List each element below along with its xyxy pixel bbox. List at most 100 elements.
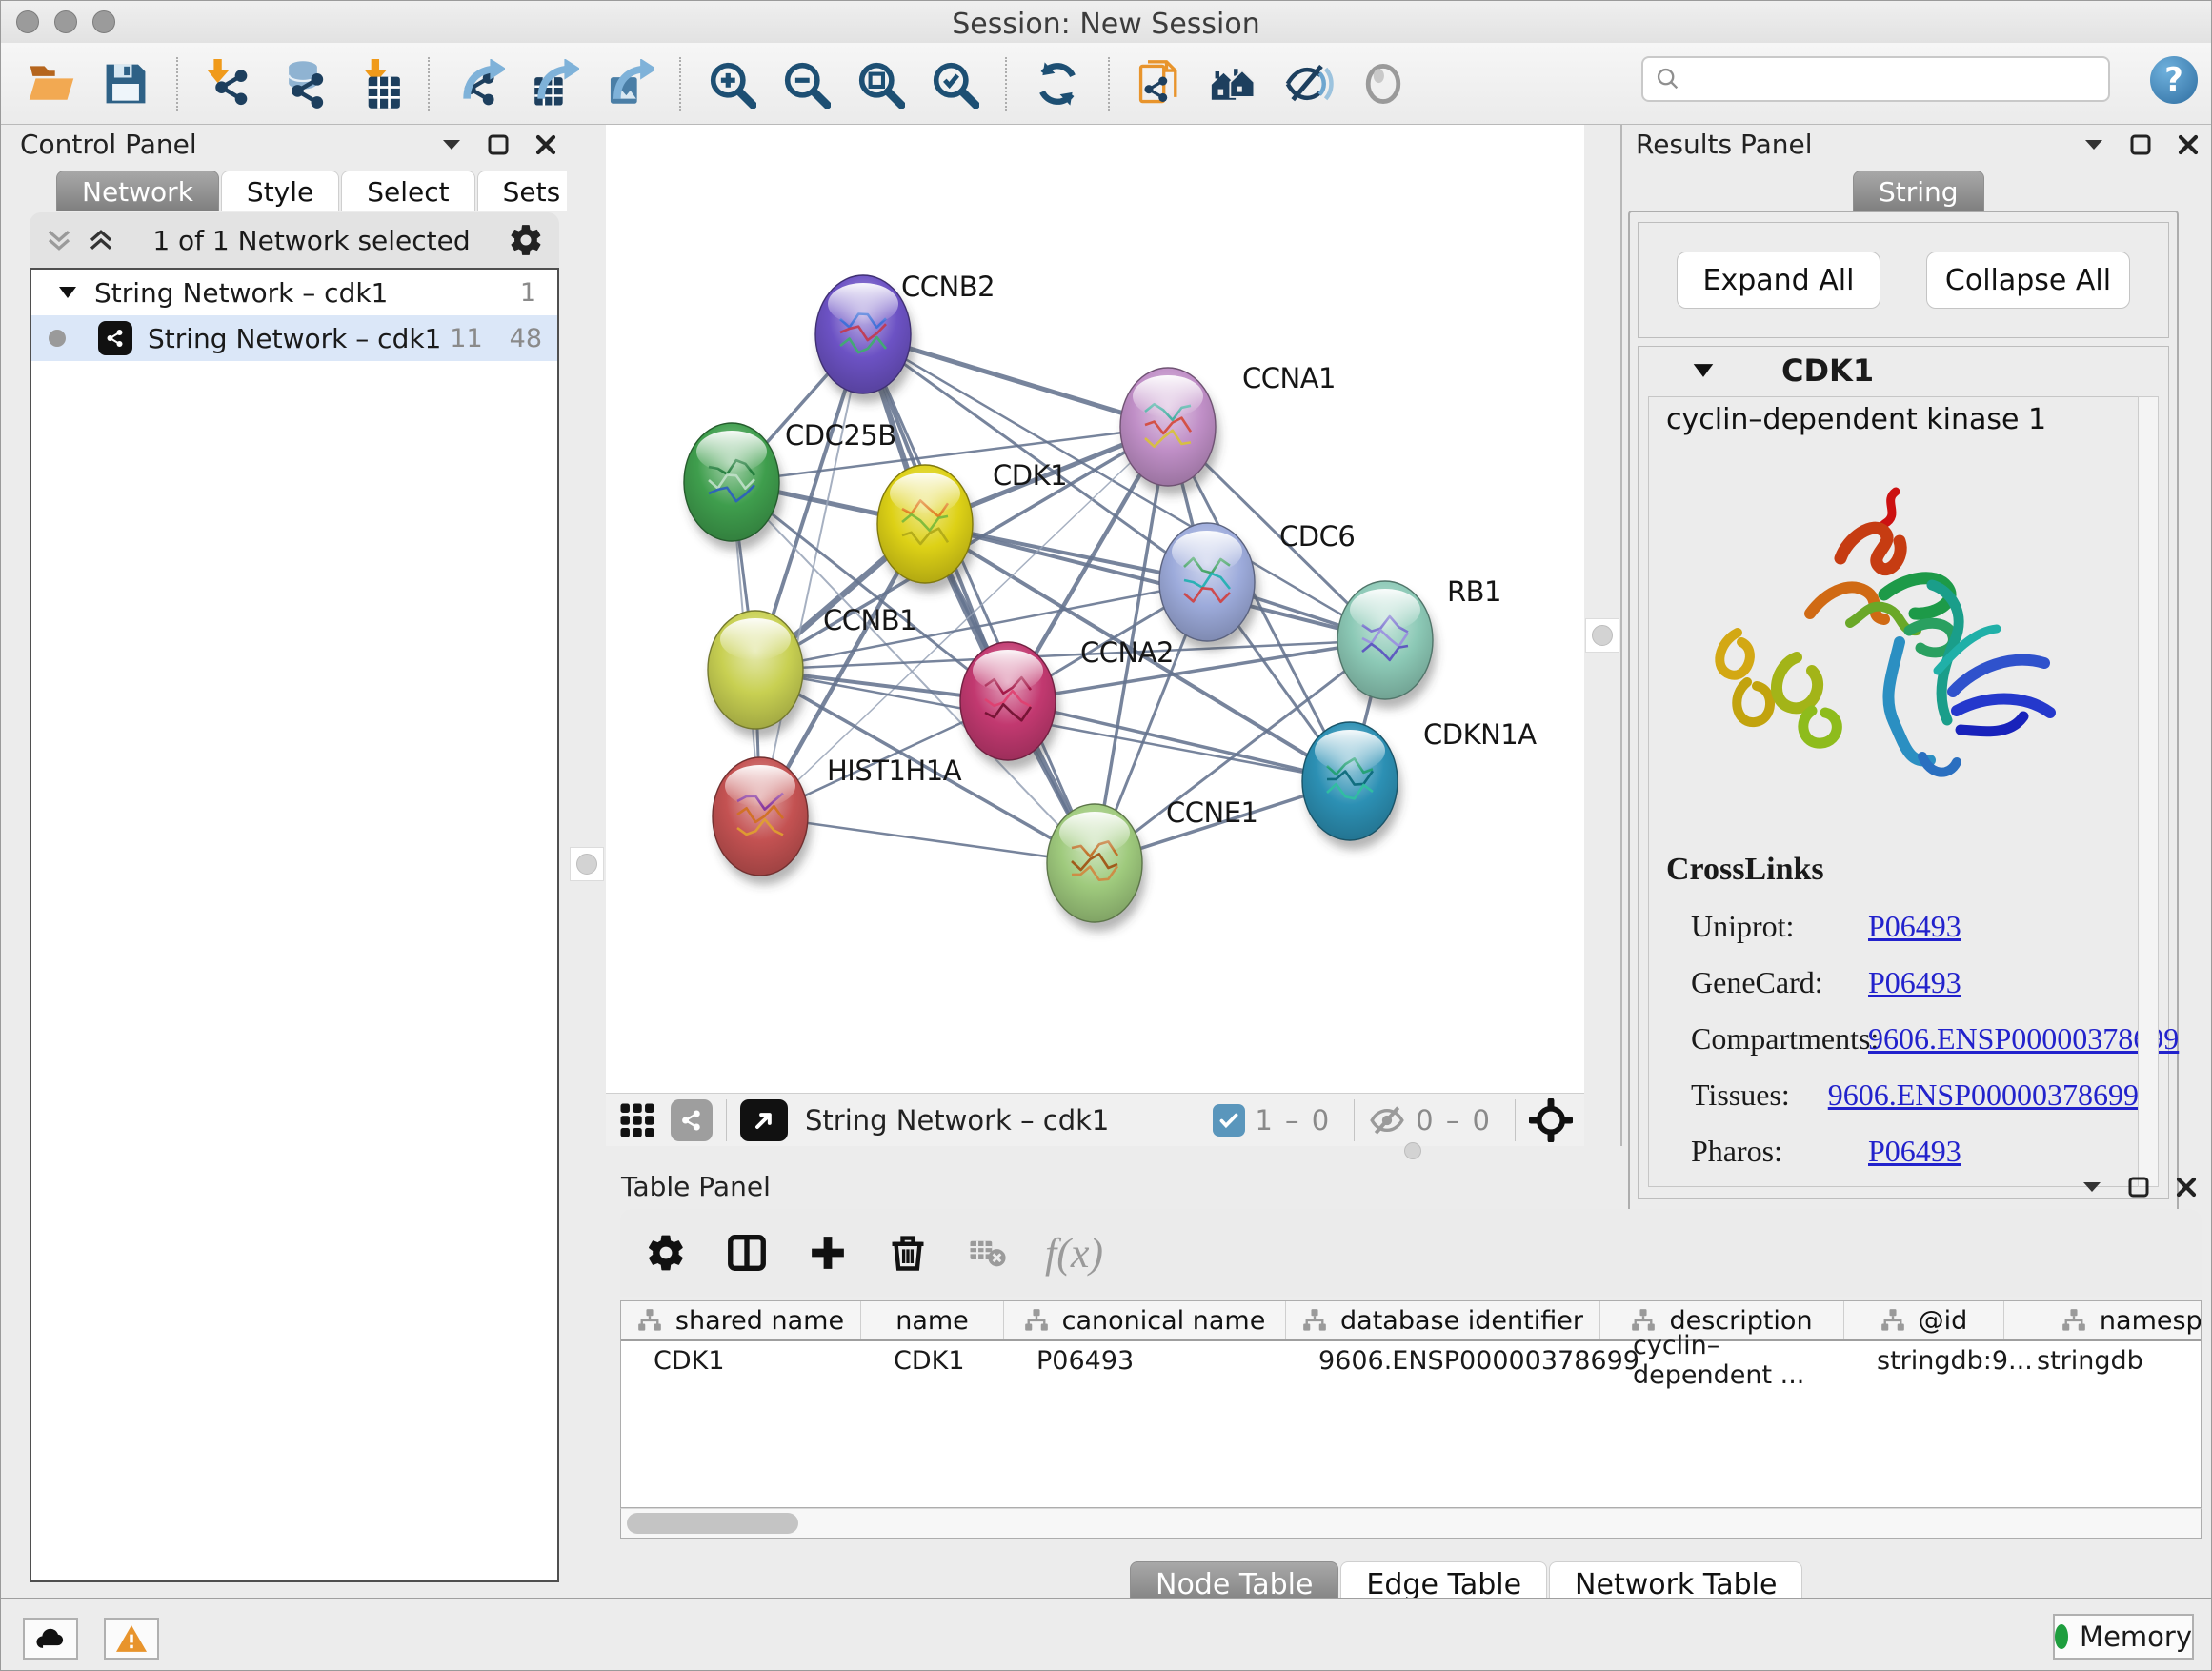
close-panel-icon[interactable] [2175, 1176, 2198, 1198]
table-scrollbar-thumb[interactable] [627, 1513, 798, 1534]
column-label: database identifier [1340, 1306, 1583, 1336]
network-options-gear-icon[interactable] [508, 222, 544, 258]
network-node-hist1h1a[interactable] [713, 757, 812, 885]
network-node-ccne1[interactable] [1047, 804, 1146, 932]
collapse-all-networks-icon[interactable] [45, 225, 73, 255]
save-session-button[interactable] [94, 54, 157, 113]
export-image-button[interactable] [597, 54, 660, 113]
network-node-cdkn1a[interactable] [1302, 722, 1401, 850]
zoom-fit-content-button[interactable] [849, 54, 912, 113]
network-view-title: String Network – cdk1 [805, 1104, 1213, 1137]
string-import-button[interactable] [1129, 54, 1192, 113]
expand-all-networks-icon[interactable] [87, 225, 115, 255]
left-splitter-handle[interactable] [570, 847, 604, 881]
fit-selected-crosshair-icon[interactable] [1529, 1098, 1573, 1142]
collapse-panel-icon[interactable] [441, 138, 462, 151]
table-cell[interactable]: stringdb [2004, 1341, 2202, 1379]
network-row[interactable]: String Network – cdk1 11 48 [31, 315, 557, 361]
table-cell[interactable]: CDK1 [621, 1341, 861, 1379]
results-scrollbar[interactable] [2138, 396, 2159, 1187]
hidden-elements-icon[interactable] [1368, 1101, 1406, 1139]
zoom-selected-button[interactable] [923, 54, 986, 113]
string-glass-effect-button[interactable] [1277, 54, 1340, 113]
help-button[interactable]: ? [2150, 56, 2198, 104]
network-canvas[interactable]: CCNB2CCNA1CDC25BCDK1CDC6RB1CCNB1CCNA2CDK… [606, 125, 1584, 1093]
export-table-button[interactable] [523, 54, 586, 113]
network-node-ccna1[interactable] [1120, 368, 1219, 495]
search-field[interactable] [1641, 56, 2110, 102]
table-options-gear-icon[interactable] [645, 1232, 687, 1274]
table-cell[interactable]: 9606.ENSP00000378699 [1286, 1341, 1600, 1379]
network-node-ccnb1[interactable] [708, 611, 807, 738]
open-session-button[interactable] [20, 54, 83, 113]
network-node-cdk1[interactable] [877, 465, 976, 593]
crosslink-link[interactable]: 9606.ENSP00000378699 [1828, 1077, 2139, 1113]
delete-column-icon[interactable] [887, 1232, 929, 1274]
string-eye-button[interactable] [1352, 54, 1415, 113]
tab-network[interactable]: Network [56, 171, 219, 211]
gene-expander-icon[interactable] [1692, 363, 1715, 378]
birdseye-view-icon[interactable] [740, 1099, 788, 1141]
warning-status-button[interactable] [104, 1618, 159, 1660]
selected-nodes-checkbox[interactable] [1213, 1104, 1245, 1137]
network-node-ccnb2[interactable] [815, 275, 915, 403]
tab-select[interactable]: Select [341, 171, 474, 211]
right-splitter[interactable] [1584, 125, 1622, 1146]
tab-string[interactable]: String [1853, 171, 1984, 211]
right-splitter-handle[interactable] [1585, 618, 1619, 653]
collapse-panel-icon[interactable] [2081, 1180, 2102, 1194]
export-network-button[interactable] [449, 54, 512, 113]
show-columns-icon[interactable] [725, 1231, 769, 1275]
close-panel-icon[interactable] [534, 133, 557, 156]
left-splitter[interactable] [567, 125, 606, 1146]
cloud-status-button[interactable] [23, 1618, 78, 1660]
column-header--id[interactable]: @id [1844, 1301, 2004, 1339]
add-column-icon[interactable] [807, 1232, 849, 1274]
network-collection-row[interactable]: String Network – cdk1 1 [31, 270, 557, 315]
tree-expander-icon[interactable] [58, 286, 77, 299]
float-panel-icon[interactable] [2127, 1176, 2150, 1198]
table-cell[interactable]: stringdb:9... [1844, 1341, 2004, 1379]
crosslink-row: Compartments:9606.ENSP00000378699 [1666, 1021, 2139, 1057]
toolbar-separator [1005, 57, 1007, 111]
collapse-panel-icon[interactable] [2083, 138, 2104, 151]
column-header-database-identifier[interactable]: database identifier [1286, 1301, 1600, 1339]
zoom-in-button[interactable] [700, 54, 763, 113]
column-header-namespac[interactable]: namespac [2004, 1301, 2202, 1339]
network-edge[interactable] [760, 427, 1168, 816]
network-style-icon[interactable] [671, 1099, 713, 1141]
import-table-from-file-button[interactable] [346, 54, 409, 113]
crosslink-link[interactable]: P06493 [1868, 909, 1961, 944]
search-input[interactable] [1691, 64, 2108, 94]
control-panel: Control Panel NetworkStyleSelectSets 1 o… [9, 125, 567, 1594]
memory-button[interactable]: Memory [2053, 1614, 2194, 1660]
string-home-button[interactable] [1203, 54, 1266, 113]
float-panel-icon[interactable] [487, 133, 510, 156]
table-cell[interactable]: P06493 [1004, 1341, 1286, 1379]
crosslink-link[interactable]: P06493 [1868, 965, 1961, 1000]
table-horizontal-scrollbar[interactable] [620, 1508, 2202, 1539]
crosslink-row: Uniprot:P06493 [1666, 909, 2139, 944]
tab-style[interactable]: Style [221, 171, 339, 211]
network-node-cdc6[interactable] [1159, 523, 1258, 651]
column-header-name[interactable]: name [861, 1301, 1004, 1339]
gene-name: CDK1 [1781, 352, 1874, 389]
table-cell[interactable]: cyclin–dependent ... [1600, 1341, 1844, 1379]
float-panel-icon[interactable] [2129, 133, 2152, 156]
table-row[interactable]: CDK1CDK1P064939606.ENSP00000378699cyclin… [621, 1341, 2201, 1379]
close-panel-icon[interactable] [2177, 133, 2200, 156]
refresh-network-button[interactable] [1026, 54, 1089, 113]
crosslink-link[interactable]: 9606.ENSP00000378699 [1868, 1021, 2179, 1057]
network-node-rb1[interactable] [1337, 581, 1437, 709]
import-network-from-file-button[interactable] [197, 54, 260, 113]
grid-view-icon[interactable] [617, 1100, 657, 1140]
crosslink-row: GeneCard:P06493 [1666, 965, 2139, 1000]
column-header-canonical-name[interactable]: canonical name [1004, 1301, 1286, 1339]
import-network-from-database-button[interactable] [271, 54, 334, 113]
network-node-ccna2[interactable] [960, 642, 1059, 770]
expand-all-button[interactable]: Expand All [1677, 252, 1880, 309]
column-header-shared-name[interactable]: shared name [621, 1301, 861, 1339]
collapse-all-button[interactable]: Collapse All [1926, 252, 2130, 309]
zoom-out-button[interactable] [774, 54, 837, 113]
table-cell[interactable]: CDK1 [861, 1341, 1004, 1379]
